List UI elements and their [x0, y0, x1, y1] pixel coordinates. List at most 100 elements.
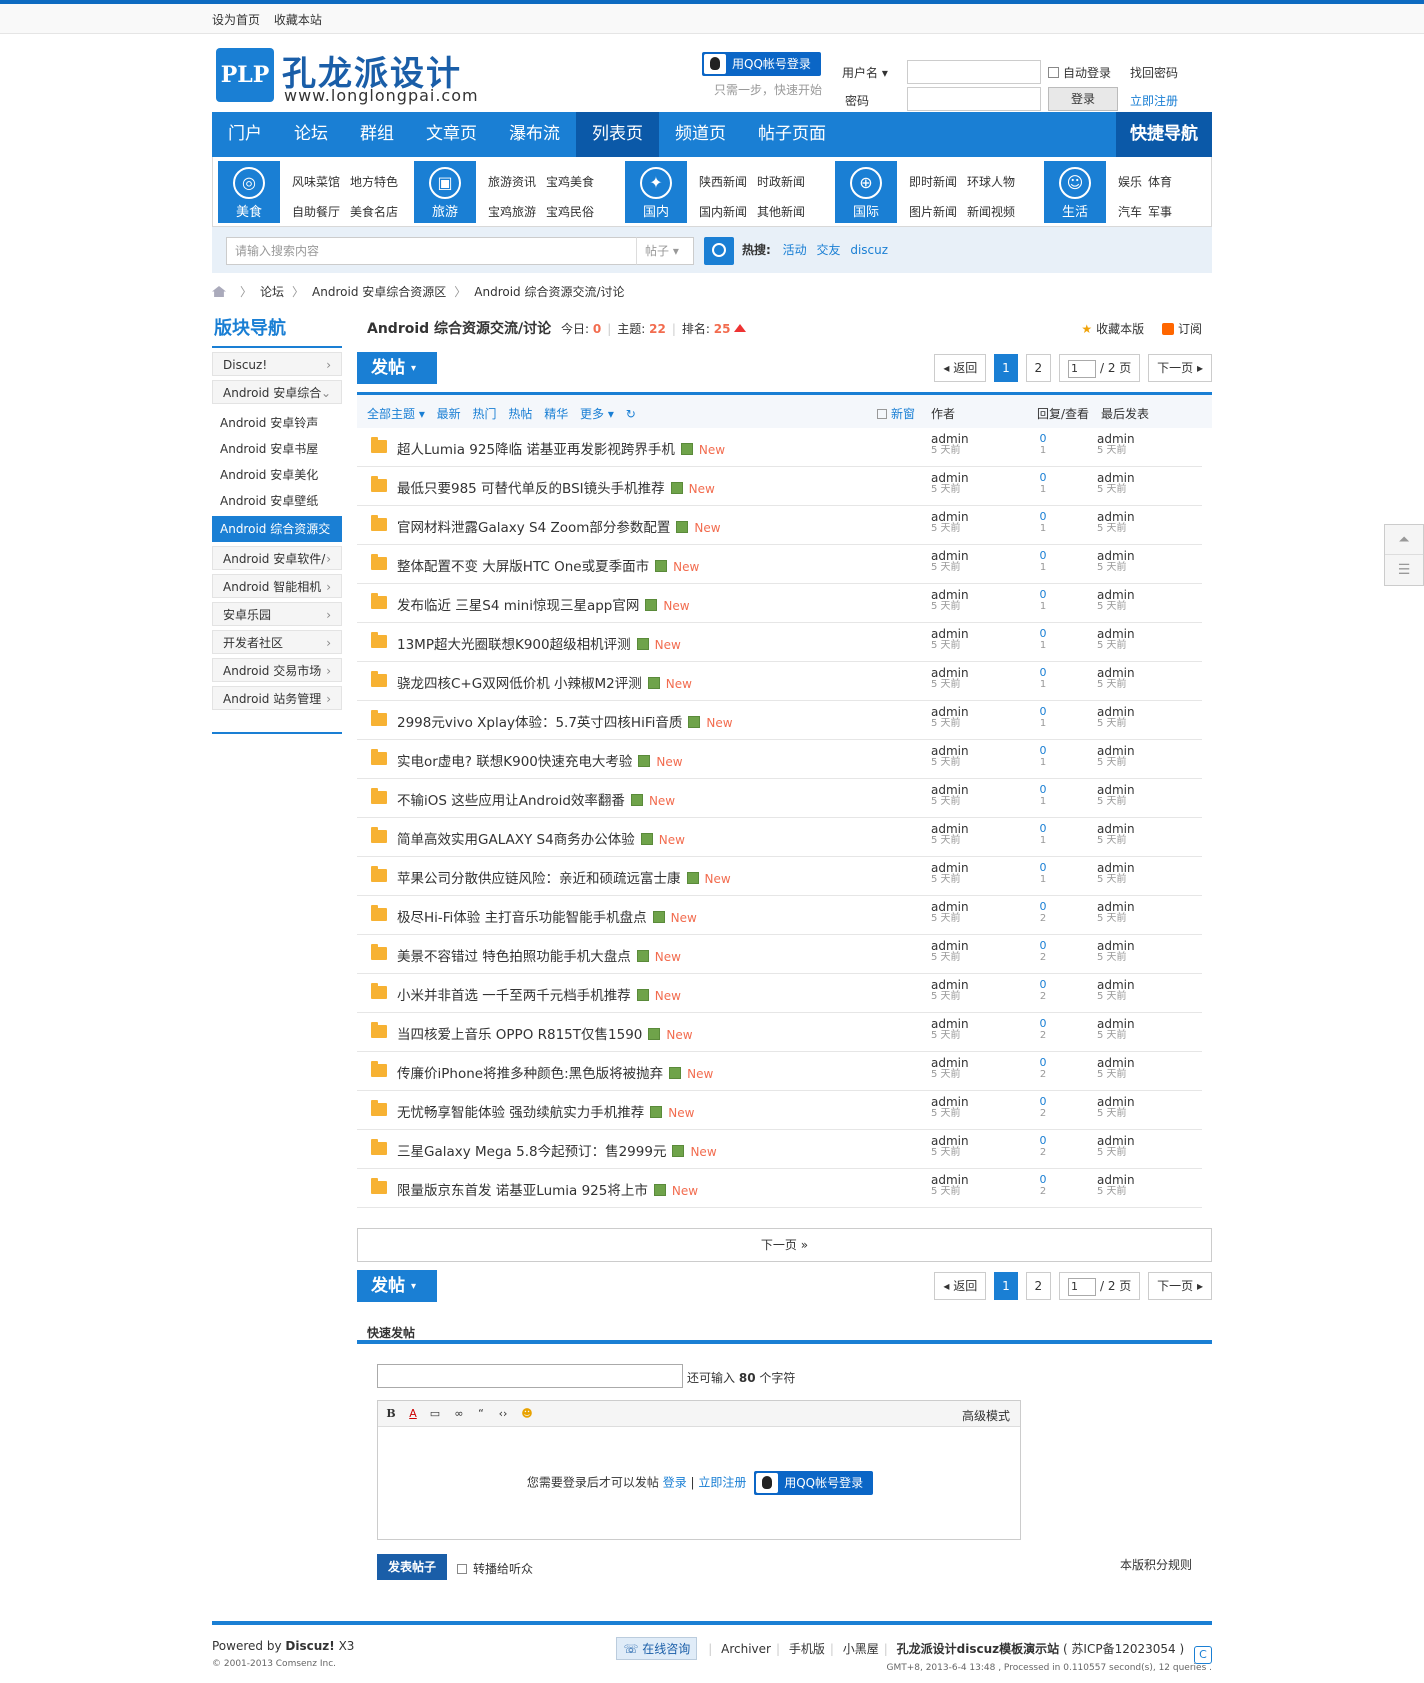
thread-title-link[interactable]: 13MP超大光圈联想K900超级相机评测	[397, 637, 631, 653]
author-link[interactable]: admin	[931, 1173, 969, 1187]
cat-link[interactable]: 国内新闻	[699, 197, 757, 227]
thread-title-link[interactable]: 官网材料泄露Galaxy S4 Zoom部分参数配置	[397, 520, 670, 536]
site-name-link[interactable]: 孔龙派设计discuz模板演示站	[897, 1642, 1060, 1656]
last-post-time[interactable]: 5 天前	[1097, 718, 1135, 730]
reply-count[interactable]: 0	[1040, 627, 1047, 640]
forum-rules-link[interactable]: 本版积分规则	[1120, 1556, 1192, 1573]
filter-digest[interactable]: 精华	[544, 407, 568, 421]
reply-count[interactable]: 0	[1040, 978, 1047, 991]
next-page-button[interactable]: 下一页 ▸	[1148, 354, 1212, 382]
reply-count[interactable]: 0	[1040, 1017, 1047, 1030]
last-post-time[interactable]: 5 天前	[1097, 1147, 1135, 1159]
thread-title-link[interactable]: 传廉价iPhone将推多种颜色:黑色版将被抛弃	[397, 1066, 663, 1082]
last-poster-link[interactable]: admin	[1097, 705, 1135, 719]
cat-link[interactable]: 地方特色	[350, 167, 408, 197]
nav-article[interactable]: 文章页	[410, 112, 493, 157]
sidebar-current-item[interactable]: Android 综合资源交	[212, 516, 342, 542]
rebroadcast-toggle[interactable]: 转播给听众	[457, 1560, 533, 1577]
last-poster-link[interactable]: admin	[1097, 1173, 1135, 1187]
editor-qq-login-button[interactable]: 用QQ帐号登录	[754, 1471, 874, 1495]
thread-title-link[interactable]: 最低只要985 可替代单反的BSI镜头手机推荐	[397, 481, 665, 497]
filter-more[interactable]: 更多 ▾	[580, 407, 614, 421]
mobile-link[interactable]: 手机版	[789, 1642, 825, 1656]
cat-link[interactable]: 宝鸡美食	[546, 167, 604, 197]
last-post-time[interactable]: 5 天前	[1097, 991, 1135, 1003]
search-input[interactable]: 请输入搜索内容	[226, 237, 650, 265]
sidebar-item[interactable]: Android 智能相机	[212, 574, 342, 599]
reply-count[interactable]: 0	[1040, 1056, 1047, 1069]
last-post-time[interactable]: 5 天前	[1097, 523, 1135, 535]
reply-count[interactable]: 0	[1040, 1173, 1047, 1186]
cat-link[interactable]: 自助餐厅	[292, 197, 350, 227]
reply-count[interactable]: 0	[1040, 510, 1047, 523]
code-icon[interactable]: ‹›	[496, 1407, 510, 1421]
last-poster-link[interactable]: admin	[1097, 978, 1135, 992]
reply-count[interactable]: 0	[1040, 939, 1047, 952]
last-poster-link[interactable]: admin	[1097, 588, 1135, 602]
nav-forum[interactable]: 论坛	[278, 112, 344, 157]
author-link[interactable]: admin	[931, 705, 969, 719]
cat-link[interactable]: 陕西新闻	[699, 167, 757, 197]
advanced-mode-link[interactable]: 高级模式	[962, 1407, 1010, 1424]
thread-title-link[interactable]: 三星Galaxy Mega 5.8今起预订：售2999元	[397, 1144, 666, 1160]
set-homepage-link[interactable]: 设为首页	[212, 13, 260, 27]
cat-link[interactable]: 宝鸡民俗	[546, 197, 604, 227]
nav-group[interactable]: 群组	[344, 112, 410, 157]
thread-title-link[interactable]: 当四核爱上音乐 OPPO R815T仅售1590	[397, 1027, 642, 1043]
last-post-time[interactable]: 5 天前	[1097, 640, 1135, 652]
author-link[interactable]: admin	[931, 1017, 969, 1031]
nav-list[interactable]: 列表页	[576, 112, 659, 157]
last-post-time[interactable]: 5 天前	[1097, 601, 1135, 613]
submit-post-button[interactable]: 发表帖子	[377, 1554, 447, 1580]
rebroadcast-checkbox[interactable]	[457, 1564, 467, 1574]
thread-title-link[interactable]: 超人Lumia 925降临 诺基亚再发影视跨界手机	[397, 442, 675, 458]
reply-count[interactable]: 0	[1040, 744, 1047, 757]
last-post-time[interactable]: 5 天前	[1097, 952, 1135, 964]
cat-link[interactable]: 环球人物	[967, 167, 1025, 197]
author-link[interactable]: admin	[931, 549, 969, 563]
author-link[interactable]: admin	[931, 1095, 969, 1109]
reply-count[interactable]: 0	[1040, 588, 1047, 601]
page-1[interactable]: 1	[994, 354, 1018, 382]
author-link[interactable]: admin	[931, 588, 969, 602]
search-icon[interactable]	[704, 237, 734, 265]
sidebar-item[interactable]: 开发者社区	[212, 630, 342, 655]
thread-title-link[interactable]: 简单高效实用GALAXY S4商务办公体验	[397, 832, 635, 848]
thread-title-link[interactable]: 美景不容错过 特色拍照功能手机大盘点	[397, 949, 631, 965]
reply-count[interactable]: 0	[1040, 861, 1047, 874]
author-link[interactable]: admin	[931, 1056, 969, 1070]
thread-title-link[interactable]: 整体配置不变 大屏版HTC One或夏季面市	[397, 559, 649, 575]
font-color-icon[interactable]: A	[406, 1407, 420, 1421]
username-type-select[interactable]: 用户名 ▾	[842, 64, 888, 81]
sidebar-subitem[interactable]: Android 安卓铃声	[212, 410, 342, 436]
cat-link[interactable]: 军事	[1148, 197, 1178, 227]
author-link[interactable]: admin	[931, 861, 969, 875]
category-life-tile[interactable]: ☺ 生活	[1044, 161, 1106, 223]
nav-thread-page[interactable]: 帖子页面	[742, 112, 842, 157]
author-link[interactable]: admin	[931, 666, 969, 680]
cat-link[interactable]: 体育	[1148, 167, 1178, 197]
reply-count[interactable]: 0	[1040, 1095, 1047, 1108]
thread-title-link[interactable]: 实电or虚电? 联想K900快速充电大考验	[397, 754, 632, 770]
last-post-time[interactable]: 5 天前	[1097, 562, 1135, 574]
last-post-time[interactable]: 5 天前	[1097, 1186, 1135, 1198]
nav-channel[interactable]: 频道页	[659, 112, 742, 157]
sidebar-item[interactable]: Discuz!	[212, 352, 342, 377]
sidebar-subitem[interactable]: Android 安卓壁纸	[212, 488, 342, 514]
username-input[interactable]	[907, 60, 1041, 84]
sidebar-item[interactable]: Android 安卓软件/	[212, 546, 342, 571]
reply-count[interactable]: 0	[1040, 1134, 1047, 1147]
last-poster-link[interactable]: admin	[1097, 1095, 1135, 1109]
thread-title-link[interactable]: 发布临近 三星S4 mini惊现三星app官网	[397, 598, 639, 614]
last-poster-link[interactable]: admin	[1097, 1056, 1135, 1070]
sidebar-subitem[interactable]: Android 安卓美化	[212, 462, 342, 488]
cat-link[interactable]: 美食名店	[350, 197, 408, 227]
new-window-checkbox[interactable]	[877, 409, 887, 419]
last-post-time[interactable]: 5 天前	[1097, 796, 1135, 808]
thread-title-link[interactable]: 无忧畅享智能体验 强劲续航实力手机推荐	[397, 1105, 644, 1121]
reply-count[interactable]: 0	[1040, 666, 1047, 679]
cat-link[interactable]: 宝鸡旅游	[488, 197, 546, 227]
password-input[interactable]	[907, 87, 1041, 111]
reply-count[interactable]: 0	[1040, 432, 1047, 445]
site-logo[interactable]: PLP 孔龙派设计 www.longlongpai.com	[212, 46, 502, 105]
